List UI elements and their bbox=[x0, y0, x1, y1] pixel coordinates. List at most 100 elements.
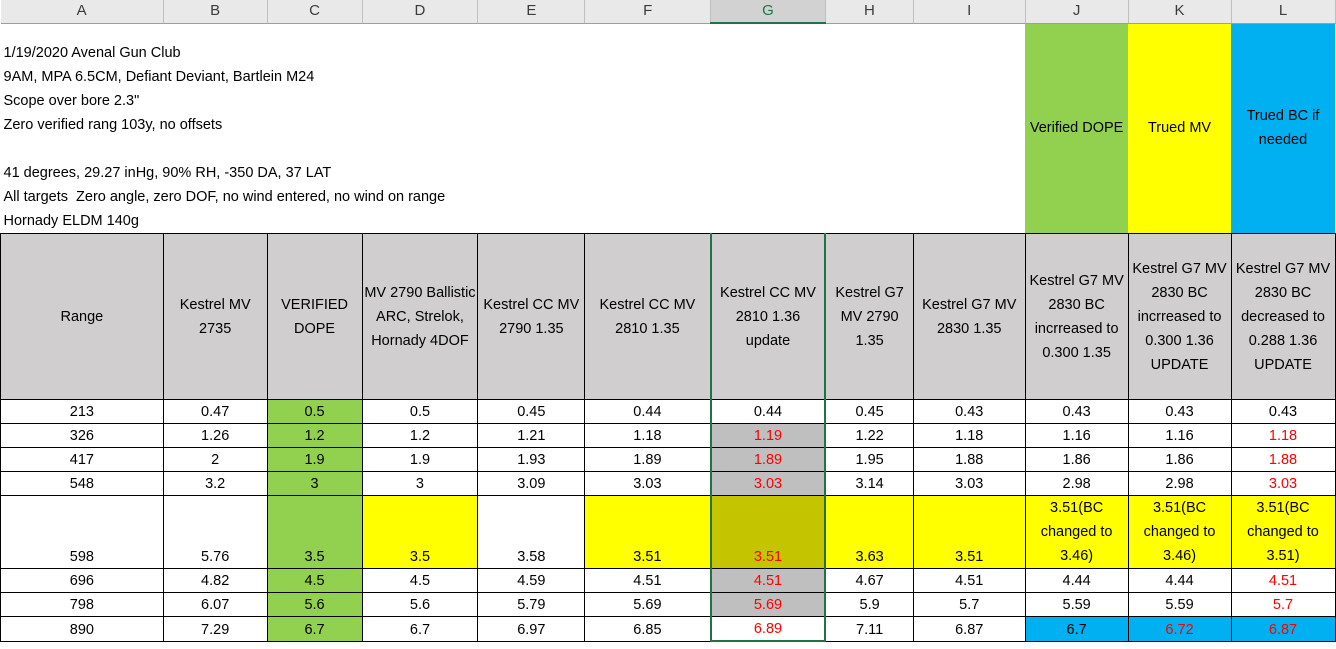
cell[interactable]: 0.47 bbox=[162, 399, 268, 424]
header-kestrel-mv-2735[interactable]: Kestrel MV 2735 bbox=[162, 233, 268, 400]
cell[interactable]: 5.79 bbox=[477, 592, 586, 617]
cell[interactable]: 0.45 bbox=[824, 399, 914, 424]
cell[interactable]: 5.76 bbox=[162, 495, 268, 569]
cell[interactable]: 6.87 bbox=[912, 616, 1026, 642]
cell[interactable]: 5.9 bbox=[824, 592, 914, 617]
column-header-e[interactable]: E bbox=[477, 0, 586, 24]
cell-range[interactable]: 326 bbox=[0, 423, 164, 448]
header-mv-2790-apps[interactable]: MV 2790 Ballistic ARC, Strelok, Hornady … bbox=[361, 233, 479, 400]
cell[interactable]: 0.43 bbox=[1127, 399, 1232, 424]
cell[interactable]: 1.16 bbox=[1127, 423, 1232, 448]
cell-range[interactable]: 548 bbox=[0, 471, 164, 496]
cell[interactable]: 3.51(BC changed to 3.46) bbox=[1127, 495, 1232, 569]
header-kestrel-g7-2790[interactable]: Kestrel G7 MV 2790 1.35 bbox=[824, 233, 914, 400]
cell[interactable]: 6.72 bbox=[1127, 616, 1232, 642]
cell[interactable]: 1.88 bbox=[1230, 447, 1336, 472]
cell[interactable]: 0.44 bbox=[584, 399, 712, 424]
cell-verified[interactable]: 3 bbox=[266, 471, 363, 496]
cell[interactable]: 6.87 bbox=[1230, 616, 1336, 642]
cell[interactable]: 1.19 bbox=[709, 423, 827, 448]
cell[interactable]: 1.9 bbox=[361, 447, 479, 472]
cell[interactable]: 2.98 bbox=[1024, 471, 1129, 496]
cell-range[interactable]: 798 bbox=[0, 592, 164, 617]
cell[interactable]: 3 bbox=[361, 471, 479, 496]
empty-cell[interactable] bbox=[1335, 23, 1336, 234]
cell-verified[interactable]: 1.2 bbox=[266, 423, 363, 448]
header-kestrel-cc-2810-update[interactable]: Kestrel CC MV 2810 1.36 update bbox=[709, 233, 827, 400]
cell[interactable]: 5.69 bbox=[584, 592, 712, 617]
cell[interactable]: 4.44 bbox=[1024, 568, 1129, 593]
cell[interactable]: 6.7 bbox=[1024, 616, 1129, 642]
cell[interactable]: 3.03 bbox=[1230, 471, 1336, 496]
cell[interactable]: 3.5 bbox=[361, 495, 479, 569]
column-header-h[interactable]: H bbox=[825, 0, 914, 24]
cell-range[interactable]: 213 bbox=[0, 399, 164, 424]
cell[interactable]: 1.89 bbox=[584, 447, 712, 472]
cell[interactable]: 5.69 bbox=[709, 592, 827, 617]
cell[interactable]: 1.93 bbox=[477, 447, 586, 472]
cell-verified[interactable]: 6.7 bbox=[266, 616, 363, 642]
legend-trued-bc[interactable]: Trued BC if needed bbox=[1231, 23, 1335, 234]
cell[interactable]: 5.7 bbox=[912, 592, 1026, 617]
column-header-g[interactable]: G bbox=[710, 0, 826, 24]
cell[interactable]: 3.58 bbox=[477, 495, 586, 569]
cell[interactable]: 1.21 bbox=[477, 423, 586, 448]
cell[interactable]: 3.03 bbox=[584, 471, 712, 496]
cell[interactable]: 1.95 bbox=[824, 447, 914, 472]
cell-verified[interactable]: 1.9 bbox=[266, 447, 363, 472]
cell[interactable]: 7.11 bbox=[824, 616, 914, 642]
column-header-d[interactable]: D bbox=[362, 0, 479, 24]
cell[interactable]: 1.86 bbox=[1024, 447, 1129, 472]
cell[interactable]: 3.51 bbox=[912, 495, 1026, 569]
cell[interactable]: 4.51 bbox=[912, 568, 1026, 593]
cell[interactable]: 3.63 bbox=[824, 495, 914, 569]
cell[interactable]: 0.45 bbox=[477, 399, 586, 424]
header-kestrel-cc-2790[interactable]: Kestrel CC MV 2790 1.35 bbox=[477, 233, 586, 400]
cell-range[interactable]: 417 bbox=[0, 447, 164, 472]
header-g7-bc-300-136[interactable]: Kestrel G7 MV 2830 BC incrreased to 0.30… bbox=[1127, 233, 1232, 400]
cell[interactable]: 6.7 bbox=[361, 616, 479, 642]
cell[interactable]: 5.59 bbox=[1024, 592, 1129, 617]
cell[interactable]: 4.5 bbox=[361, 568, 479, 593]
session-notes[interactable]: 1/19/2020 Avenal Gun Club 9AM, MPA 6.5CM… bbox=[1, 23, 1026, 234]
cell[interactable]: 1.22 bbox=[824, 423, 914, 448]
column-header-b[interactable]: B bbox=[163, 0, 268, 24]
cell-verified[interactable]: 3.5 bbox=[266, 495, 363, 569]
cell[interactable]: 6.89 bbox=[709, 616, 827, 642]
header-g7-bc-300-135[interactable]: Kestrel G7 MV 2830 BC incrreased to 0.30… bbox=[1024, 233, 1129, 400]
cell[interactable]: 3.03 bbox=[912, 471, 1026, 496]
cell[interactable]: 3.14 bbox=[824, 471, 914, 496]
cell[interactable]: 1.18 bbox=[1230, 423, 1336, 448]
cell[interactable]: 0.43 bbox=[1024, 399, 1129, 424]
column-header-f[interactable]: F bbox=[584, 0, 712, 24]
legend-trued-mv[interactable]: Trued MV bbox=[1128, 23, 1231, 234]
cell[interactable]: 4.51 bbox=[584, 568, 712, 593]
header-verified-dope[interactable]: VERIFIED DOPE bbox=[266, 233, 363, 400]
cell-range[interactable]: 890 bbox=[0, 616, 164, 642]
cell[interactable]: 6.85 bbox=[584, 616, 712, 642]
cell[interactable]: 3.03 bbox=[709, 471, 827, 496]
cell[interactable]: 2 bbox=[162, 447, 268, 472]
cell[interactable]: 6.07 bbox=[162, 592, 268, 617]
cell[interactable]: 0.44 bbox=[709, 399, 827, 424]
cell[interactable]: 5.7 bbox=[1230, 592, 1336, 617]
cell[interactable]: 1.18 bbox=[912, 423, 1026, 448]
cell[interactable]: 5.59 bbox=[1127, 592, 1232, 617]
column-header-l[interactable]: L bbox=[1231, 0, 1336, 24]
cell[interactable]: 4.59 bbox=[477, 568, 586, 593]
cell[interactable]: 0.5 bbox=[361, 399, 479, 424]
cell[interactable]: 4.51 bbox=[709, 568, 827, 593]
cell[interactable]: 1.86 bbox=[1127, 447, 1232, 472]
cell[interactable]: 4.51 bbox=[1230, 568, 1336, 593]
cell[interactable]: 1.26 bbox=[162, 423, 268, 448]
cell[interactable]: 5.6 bbox=[361, 592, 479, 617]
cell[interactable]: 3.51 bbox=[584, 495, 712, 569]
cell[interactable]: 3.51 bbox=[709, 495, 827, 569]
cell[interactable]: 3.51(BC changed to 3.51) bbox=[1230, 495, 1336, 569]
cell[interactable]: 1.2 bbox=[361, 423, 479, 448]
cell[interactable]: 3.2 bbox=[162, 471, 268, 496]
cell[interactable]: 3.51(BC changed to 3.46) bbox=[1024, 495, 1129, 569]
column-header-a[interactable]: A bbox=[0, 0, 164, 24]
header-kestrel-g7-2830[interactable]: Kestrel G7 MV 2830 1.35 bbox=[912, 233, 1026, 400]
header-kestrel-cc-2810[interactable]: Kestrel CC MV 2810 1.35 bbox=[584, 233, 712, 400]
